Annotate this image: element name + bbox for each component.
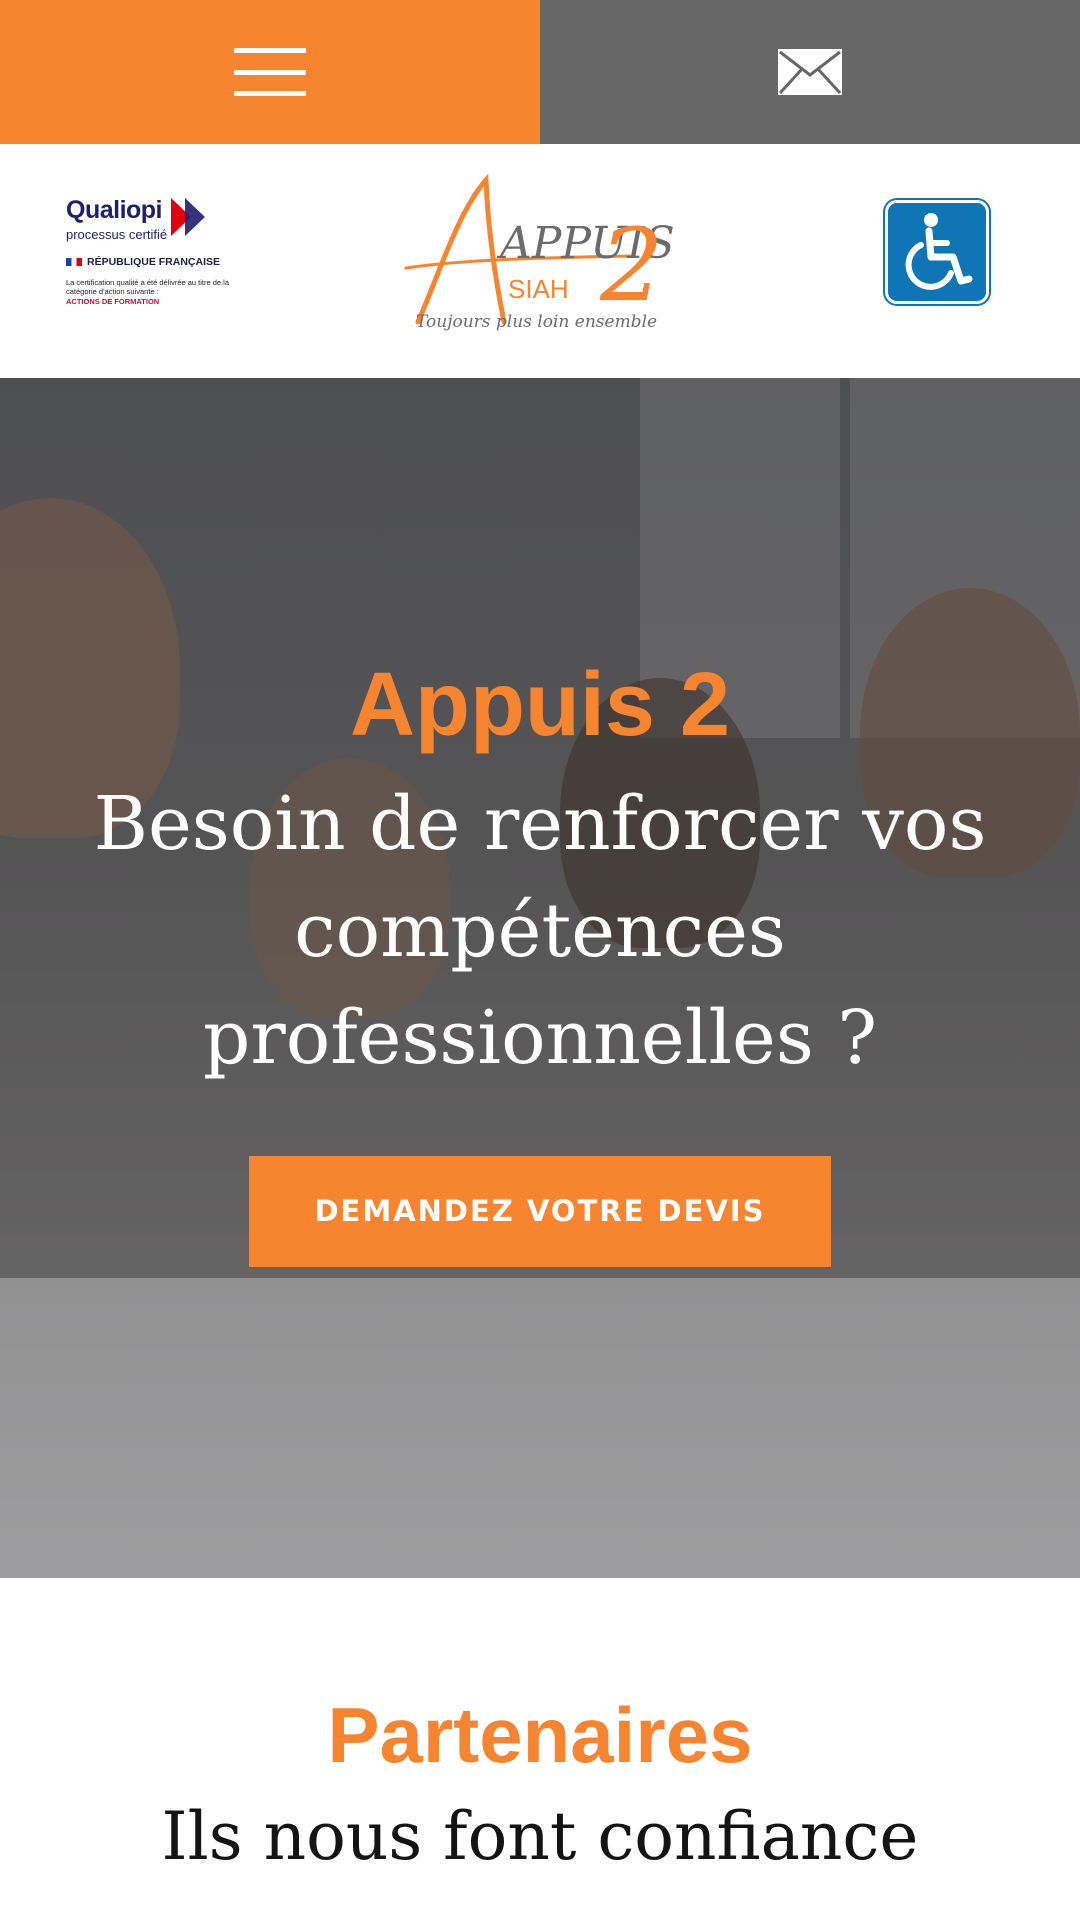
hero-section: Appuis 2 Besoin de renforcer vos compéte… bbox=[0, 378, 1080, 1578]
partners-title: Partenaires bbox=[327, 1691, 753, 1779]
qualiopi-arrows-icon bbox=[171, 198, 206, 236]
accessibility-button[interactable] bbox=[885, 200, 989, 304]
wheelchair-icon bbox=[905, 213, 973, 290]
french-flag-icon bbox=[66, 258, 82, 266]
qualiopi-category: ACTIONS DE FORMATION bbox=[66, 296, 160, 306]
partners-section: Partenaires Ils nous font confiance bbox=[0, 1578, 1080, 1920]
partners-subtitle: Ils nous font confiance bbox=[161, 1798, 919, 1875]
qualiopi-subtitle: processus certifié bbox=[66, 227, 168, 242]
contact-email-button[interactable] bbox=[540, 0, 1080, 144]
qualiopi-certification-logo: Qualiopi processus certifié RÉPUBLIQUE F… bbox=[66, 198, 236, 306]
background-table bbox=[0, 1278, 1080, 1578]
logo-row: Qualiopi processus certifié RÉPUBLIQUE F… bbox=[0, 144, 1080, 378]
hero-kicker: Appuis 2 bbox=[349, 655, 731, 755]
envelope-icon bbox=[778, 49, 842, 95]
brand-tagline: Toujours plus loin ensemble bbox=[416, 312, 657, 332]
hamburger-menu-icon bbox=[234, 48, 306, 96]
menu-button[interactable] bbox=[0, 0, 540, 144]
request-quote-button[interactable]: DEMANDEZ VOTRE DEVIS bbox=[249, 1156, 831, 1268]
appuis2-brand-logo[interactable]: APPUIS 2 SIAH Toujours plus loin ensembl… bbox=[400, 172, 680, 352]
qualiopi-description: La certification qualité a été délivrée … bbox=[66, 278, 230, 297]
brand-number: 2 bbox=[599, 207, 664, 324]
hero-content: Appuis 2 Besoin de renforcer vos compéte… bbox=[0, 655, 1080, 1268]
brand-sub: SIAH bbox=[508, 274, 569, 304]
qualiopi-name: Qualiopi bbox=[66, 196, 163, 224]
hero-title: Besoin de renforcer vos compétences prof… bbox=[93, 780, 987, 1082]
republique-francaise-label: RÉPUBLIQUE FRANÇAISE bbox=[87, 256, 221, 268]
top-bar bbox=[0, 0, 1080, 144]
